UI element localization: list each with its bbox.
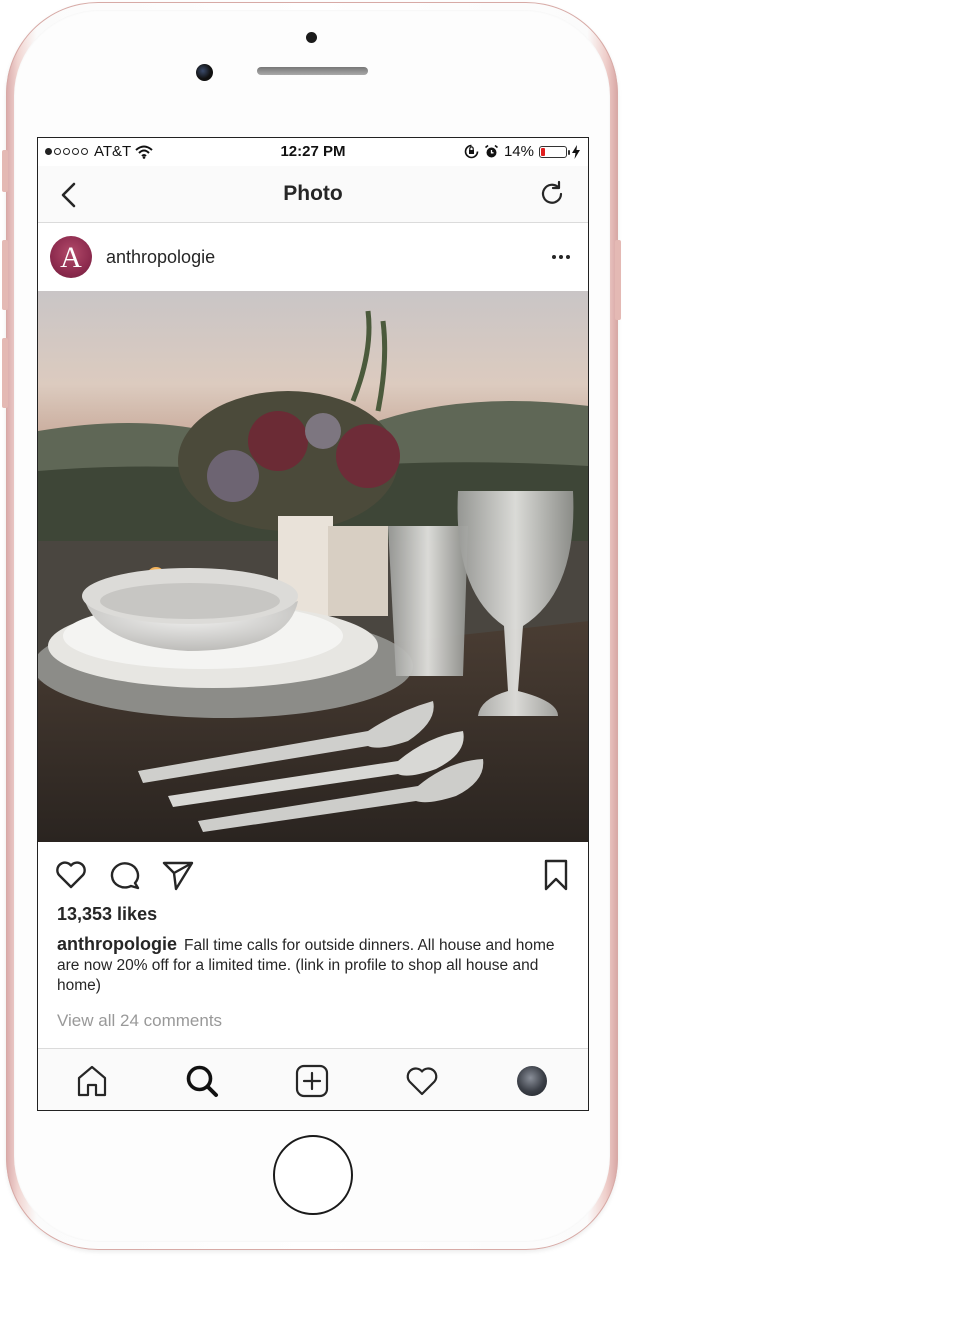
- search-icon: [186, 1065, 218, 1097]
- heart-icon[interactable]: [54, 858, 88, 892]
- tab-home[interactable]: [74, 1063, 110, 1099]
- battery-level-fill: [541, 147, 545, 156]
- status-right: 14%: [464, 143, 580, 160]
- avatar: [517, 1066, 547, 1096]
- proximity-sensor: [306, 32, 317, 43]
- home-icon: [77, 1065, 107, 1097]
- battery-percent: 14%: [503, 143, 534, 160]
- volume-up-button: [2, 240, 8, 310]
- plus-square-icon: [295, 1064, 329, 1098]
- post-header: A anthropologie: [38, 223, 588, 291]
- tab-bar: [38, 1048, 588, 1110]
- tab-profile[interactable]: [514, 1063, 550, 1099]
- post-actions: [38, 842, 588, 904]
- phone-screen: AT&T 12:27 PM 14% Photo A anthropologie …: [37, 137, 589, 1111]
- post-photo[interactable]: [38, 291, 588, 842]
- view-comments-link[interactable]: View all 24 comments: [57, 1011, 222, 1031]
- likes-count[interactable]: 13,353 likes: [57, 904, 157, 925]
- status-bar: AT&T 12:27 PM 14%: [38, 138, 588, 166]
- author-avatar[interactable]: A: [50, 236, 92, 278]
- mute-switch: [2, 150, 8, 192]
- rotation-lock-icon: [464, 144, 479, 159]
- tab-new-post[interactable]: [294, 1063, 330, 1099]
- more-options-icon[interactable]: [552, 255, 570, 259]
- front-camera: [196, 64, 213, 81]
- page-title: Photo: [283, 182, 343, 205]
- tab-search[interactable]: [184, 1063, 220, 1099]
- battery-icon: [539, 145, 570, 158]
- home-button[interactable]: [273, 1135, 353, 1215]
- post-caption: anthropologie Fall time calls for outside…: [57, 934, 572, 996]
- alarm-icon: [484, 144, 498, 158]
- heart-icon: [406, 1067, 438, 1096]
- refresh-icon[interactable]: [538, 180, 566, 208]
- navigation-bar: Photo: [38, 166, 588, 223]
- author-username[interactable]: anthropologie: [106, 247, 215, 268]
- charging-bolt-icon: [572, 144, 580, 159]
- bookmark-icon[interactable]: [539, 858, 573, 892]
- table-setting-image: [38, 291, 588, 842]
- caption-username[interactable]: anthropologie: [57, 934, 177, 954]
- volume-down-button: [2, 338, 8, 408]
- share-icon[interactable]: [161, 858, 195, 892]
- tab-activity[interactable]: [404, 1063, 440, 1099]
- power-button: [615, 240, 621, 320]
- earpiece-speaker: [257, 67, 368, 75]
- comment-icon[interactable]: [108, 858, 142, 892]
